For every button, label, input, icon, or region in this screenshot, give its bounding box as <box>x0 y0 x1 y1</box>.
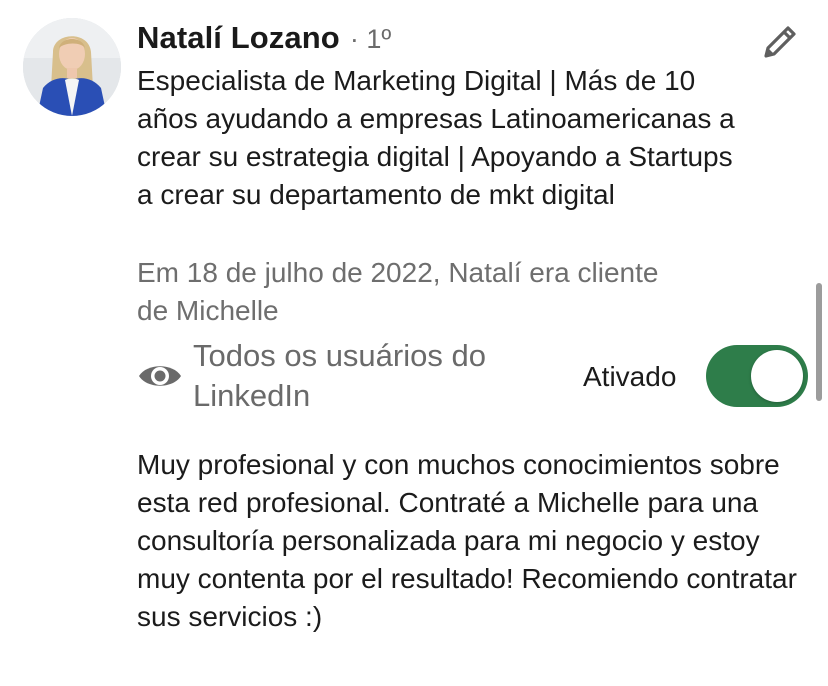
pencil-icon <box>764 26 796 58</box>
toggle-label: Ativado <box>583 361 677 392</box>
edit-button[interactable] <box>758 20 802 64</box>
avatar[interactable] <box>23 18 121 116</box>
name-row: Natalí Lozano · 1º <box>137 20 391 62</box>
visibility-setting[interactable]: Todos os usuários do LinkedIn <box>137 338 517 418</box>
connection-degree: · 1º <box>349 24 392 54</box>
profile-name[interactable]: Natalí Lozano <box>137 20 340 56</box>
eye-icon <box>139 366 181 386</box>
profile-photo <box>23 18 121 116</box>
recommendation-text: Muy profesional y con muchos conocimient… <box>137 449 797 632</box>
relationship-note: Em 18 de julho de 2022, Natalí era clien… <box>137 257 659 326</box>
visibility-toggle[interactable] <box>706 345 808 407</box>
scrollbar[interactable] <box>816 283 822 401</box>
toggle-knob <box>751 350 803 402</box>
profile-headline: Especialista de Marketing Digital | Más … <box>137 65 735 210</box>
visibility-label: Todos os usuários do LinkedIn <box>193 338 486 413</box>
